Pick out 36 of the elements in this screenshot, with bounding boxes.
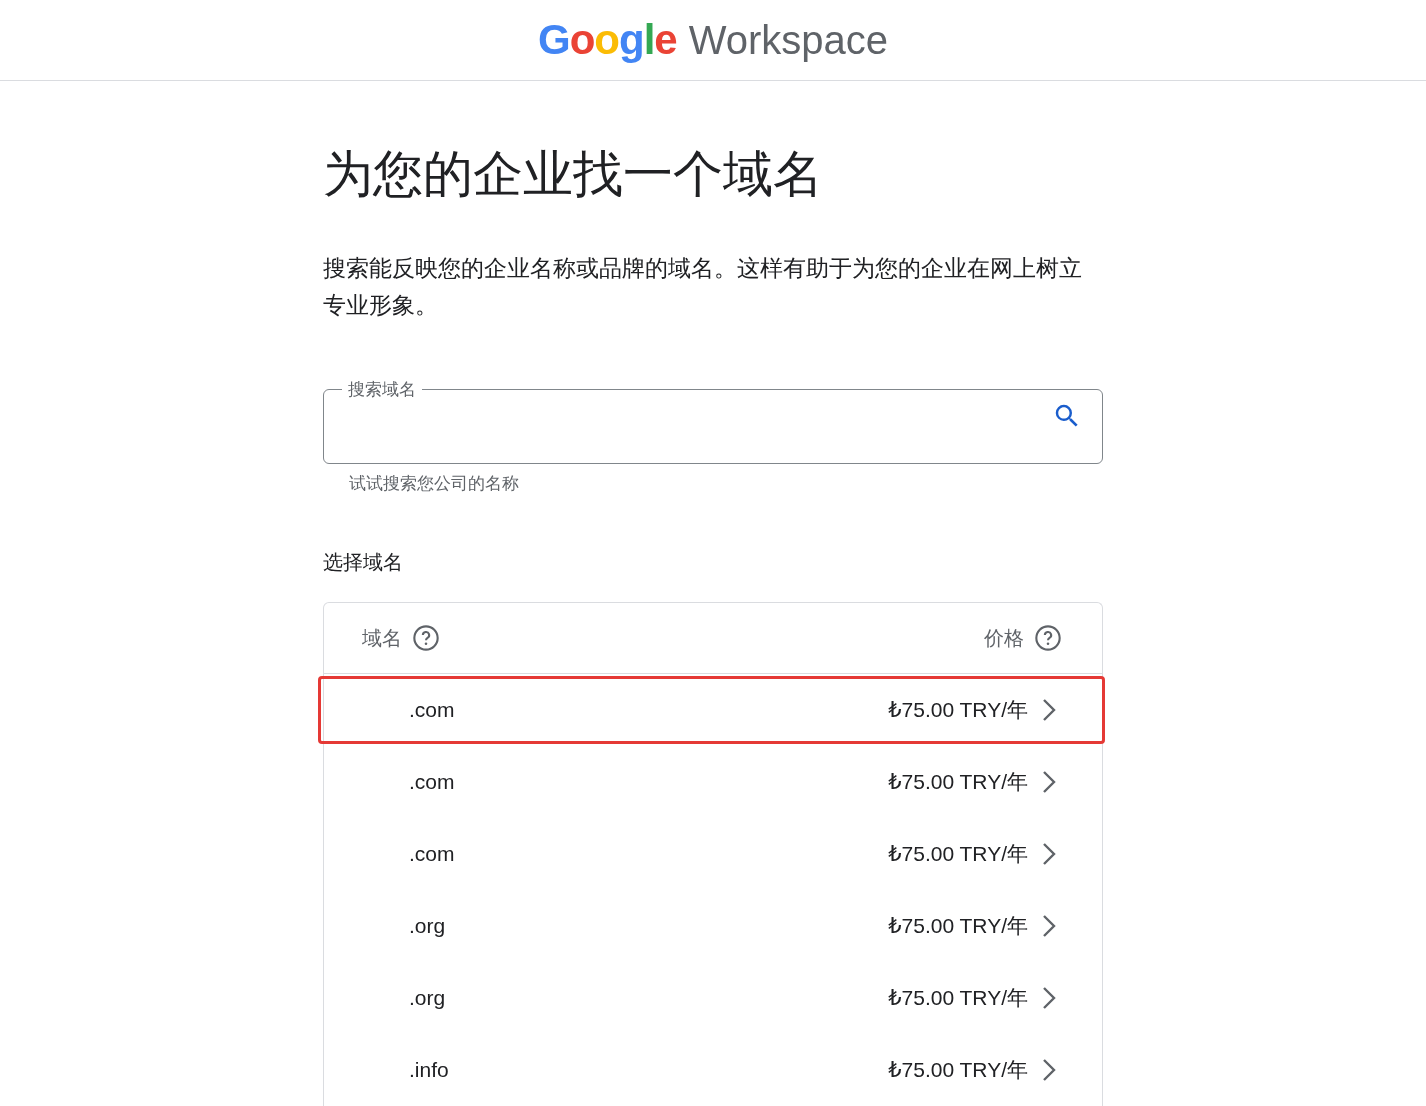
domain-row[interactable]: .info ₺75.00 TRY/年 (318, 1036, 1105, 1104)
column-header: 价格 (984, 625, 1024, 651)
help-icon[interactable] (412, 624, 440, 652)
search-field[interactable]: 搜索域名 (323, 378, 1103, 464)
domain-name: .info (409, 1058, 449, 1082)
price: ₺75.00 TRY/年 (888, 697, 1028, 723)
product-name: Workspace (688, 17, 888, 63)
help-icon[interactable] (1034, 624, 1062, 652)
section-title: 选择域名 (323, 550, 404, 575)
highlighted-domain-row[interactable]: .com ₺75.00 TRY/年 (318, 676, 1105, 744)
price: ₺75.00 TRY/年 (888, 913, 1028, 939)
domain-name: .org (409, 914, 446, 938)
chevron-right-icon (1042, 986, 1056, 1010)
brand-logo: Google (538, 16, 677, 64)
domain-row[interactable]: .org ₺75.00 TRY/年 (318, 964, 1105, 1032)
domain-name: .com (409, 842, 455, 866)
price: ₺75.00 TRY/年 (888, 769, 1028, 795)
domain-name: .com (409, 698, 455, 722)
domain-row[interactable]: .org ₺75.00 TRY/年 (318, 892, 1105, 960)
price: ₺75.00 TRY/年 (888, 985, 1028, 1011)
domain-name: .com (409, 770, 455, 794)
domain-name: .org (409, 986, 446, 1010)
page-title: 为您的企业找一个域名 (323, 145, 824, 204)
description: 搜索能反映您的企业名称或品牌的域名。这样有助于为您的企业在网上树立专业形象。 (323, 254, 1083, 320)
price: ₺75.00 TRY/年 (888, 1057, 1028, 1083)
chevron-right-icon (1042, 1058, 1056, 1082)
field-label: 搜索域名 (347, 379, 417, 401)
chevron-right-icon (1042, 914, 1056, 938)
price: ₺75.00 TRY/年 (888, 841, 1028, 867)
chevron-right-icon (1042, 770, 1056, 794)
column-header: 域名 (362, 625, 402, 651)
chevron-right-icon (1042, 698, 1056, 722)
chevron-right-icon (1042, 842, 1056, 866)
domain-row[interactable]: .com ₺75.00 TRY/年 (318, 820, 1105, 888)
helper-text: 试试搜索您公司的名称 (349, 473, 520, 495)
domain-row[interactable]: .com ₺75.00 TRY/年 (318, 748, 1105, 816)
